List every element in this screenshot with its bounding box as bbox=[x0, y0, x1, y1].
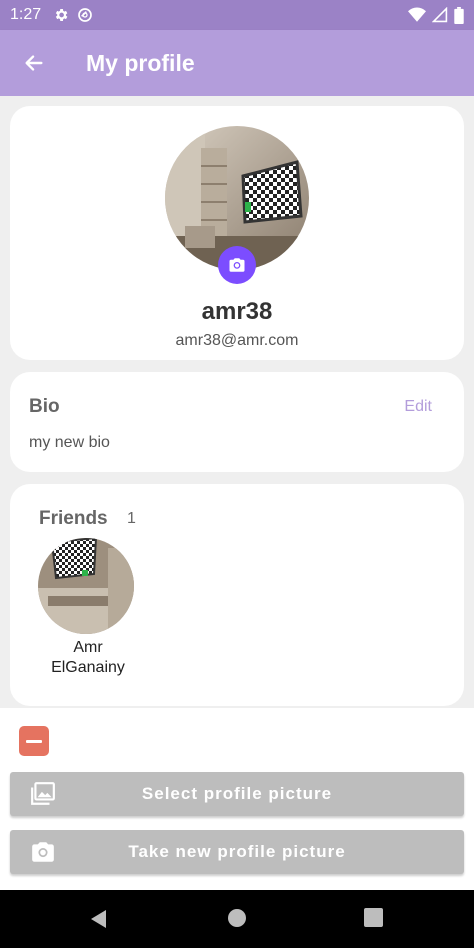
nav-recents-icon[interactable] bbox=[364, 908, 383, 927]
back-button[interactable] bbox=[20, 49, 48, 77]
profile-email: amr38@amr.com bbox=[175, 332, 299, 349]
bio-text: my new bio bbox=[29, 434, 110, 451]
back-arrow-icon bbox=[25, 55, 43, 71]
friends-count: 1 bbox=[127, 510, 136, 527]
status-time: 1:27 bbox=[10, 6, 42, 23]
settings-icon bbox=[56, 9, 68, 21]
bio-edit-button[interactable]: Edit bbox=[404, 398, 432, 416]
friend-photo bbox=[38, 538, 134, 634]
wifi-icon bbox=[408, 7, 426, 22]
select-profile-picture-label: Select profile picture bbox=[141, 784, 333, 803]
take-profile-picture-label: Take new profile picture bbox=[128, 842, 346, 861]
change-photo-button[interactable] bbox=[218, 246, 256, 284]
friend-item[interactable]: Amr ElGanainy bbox=[38, 538, 138, 678]
friend-name: Amr ElGanainy bbox=[51, 639, 125, 676]
close-sheet-button[interactable] bbox=[19, 726, 49, 756]
friends-title: Friends bbox=[39, 508, 108, 529]
profile-content[interactable]: amr38 amr38@amr.com Bio Edit my new bio … bbox=[0, 96, 474, 708]
app-bar: My profile bbox=[0, 30, 474, 96]
bio-card: Bio Edit my new bio bbox=[10, 372, 464, 472]
friends-card: Friends 1 Amr ElGanainy bbox=[10, 484, 464, 706]
camera-icon bbox=[229, 258, 245, 272]
bio-title: Bio bbox=[29, 396, 60, 417]
take-profile-picture-button[interactable]: Take new profile picture bbox=[10, 830, 464, 874]
gallery-icon bbox=[31, 782, 55, 805]
profile-username: amr38 bbox=[201, 298, 273, 325]
minus-icon bbox=[26, 739, 42, 743]
system-nav-bar bbox=[0, 890, 474, 948]
signal-icon bbox=[432, 7, 448, 23]
page-title: My profile bbox=[86, 49, 195, 76]
select-profile-picture-button[interactable]: Select profile picture bbox=[10, 772, 464, 816]
friend-avatar bbox=[38, 538, 134, 634]
battery-icon bbox=[454, 6, 464, 24]
status-bar: 1:27 bbox=[0, 0, 474, 30]
photo-options-sheet: Select profile picture Take new profile … bbox=[0, 708, 474, 890]
nav-home-icon[interactable] bbox=[227, 908, 247, 928]
no-disturb-icon bbox=[78, 8, 92, 22]
camera-icon bbox=[32, 842, 54, 862]
nav-back-icon[interactable] bbox=[88, 908, 110, 930]
profile-card: amr38 amr38@amr.com bbox=[10, 106, 464, 360]
